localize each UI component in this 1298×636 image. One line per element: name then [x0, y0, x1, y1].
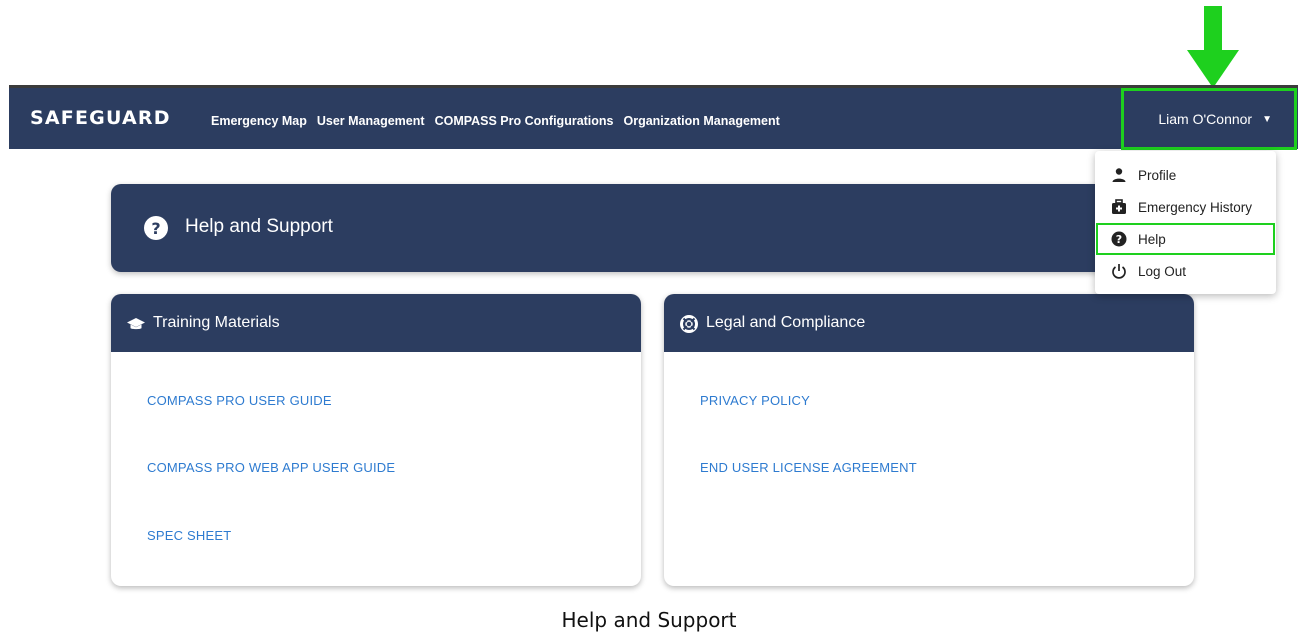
link-compass-pro-web-app-user-guide[interactable]: COMPASS PRO WEB APP USER GUIDE [147, 460, 395, 475]
link-spec-sheet[interactable]: SPEC SHEET [147, 528, 231, 543]
top-navigation-bar: SAFEGUARD Emergency Map User Management … [9, 85, 1298, 150]
legal-compliance-card: Legal and Compliance PRIVACY POLICY END … [664, 294, 1194, 586]
power-icon [1111, 263, 1127, 279]
nav-emergency-map[interactable]: Emergency Map [211, 114, 307, 128]
nav-compass-pro-configurations[interactable]: COMPASS Pro Configurations [435, 114, 614, 128]
nav-user-management[interactable]: User Management [317, 114, 425, 128]
svg-text:?: ? [1116, 233, 1122, 246]
menu-item-help[interactable]: ? Help [1096, 223, 1275, 255]
help-support-header: ? Help and Support [111, 184, 1194, 272]
annotation-arrow-icon [1187, 6, 1239, 88]
question-circle-icon: ? [1111, 231, 1127, 247]
question-circle-icon: ? [144, 216, 168, 240]
user-dropdown-menu: Profile Emergency History ? Help Log Out [1095, 151, 1276, 294]
menu-item-log-out[interactable]: Log Out [1095, 255, 1276, 287]
card-header: Legal and Compliance [664, 294, 1194, 352]
link-end-user-license-agreement[interactable]: END USER LICENSE AGREEMENT [700, 460, 917, 475]
training-materials-card: Training Materials COMPASS PRO USER GUID… [111, 294, 641, 586]
chevron-down-icon: ▼ [1262, 113, 1272, 125]
menu-item-label: Emergency History [1138, 199, 1253, 215]
card-title: Training Materials [153, 314, 280, 331]
link-compass-pro-user-guide[interactable]: COMPASS PRO USER GUIDE [147, 393, 332, 408]
user-menu-button[interactable]: Liam O'Connor ▼ [1121, 88, 1297, 150]
figure-caption: Help and Support [561, 608, 737, 632]
card-header: Training Materials [111, 294, 641, 352]
nav-organization-management[interactable]: Organization Management [624, 114, 780, 128]
link-privacy-policy[interactable]: PRIVACY POLICY [700, 393, 810, 408]
svg-text:?: ? [151, 219, 160, 238]
menu-item-emergency-history[interactable]: Emergency History [1095, 191, 1276, 223]
user-name: Liam O'Connor [1158, 111, 1253, 127]
brand-logo[interactable]: SAFEGUARD [30, 107, 171, 129]
medical-bag-icon [1111, 199, 1127, 215]
page-title: Help and Support [185, 216, 333, 237]
graduation-cap-icon [127, 318, 145, 330]
card-title: Legal and Compliance [706, 314, 866, 331]
menu-item-label: Help [1138, 231, 1166, 247]
menu-item-label: Profile [1138, 167, 1177, 183]
menu-item-profile[interactable]: Profile [1095, 159, 1276, 191]
main-nav: Emergency Map User Management COMPASS Pr… [211, 114, 780, 128]
person-icon [1111, 167, 1127, 183]
menu-item-label: Log Out [1138, 263, 1187, 279]
life-ring-icon [680, 315, 698, 333]
